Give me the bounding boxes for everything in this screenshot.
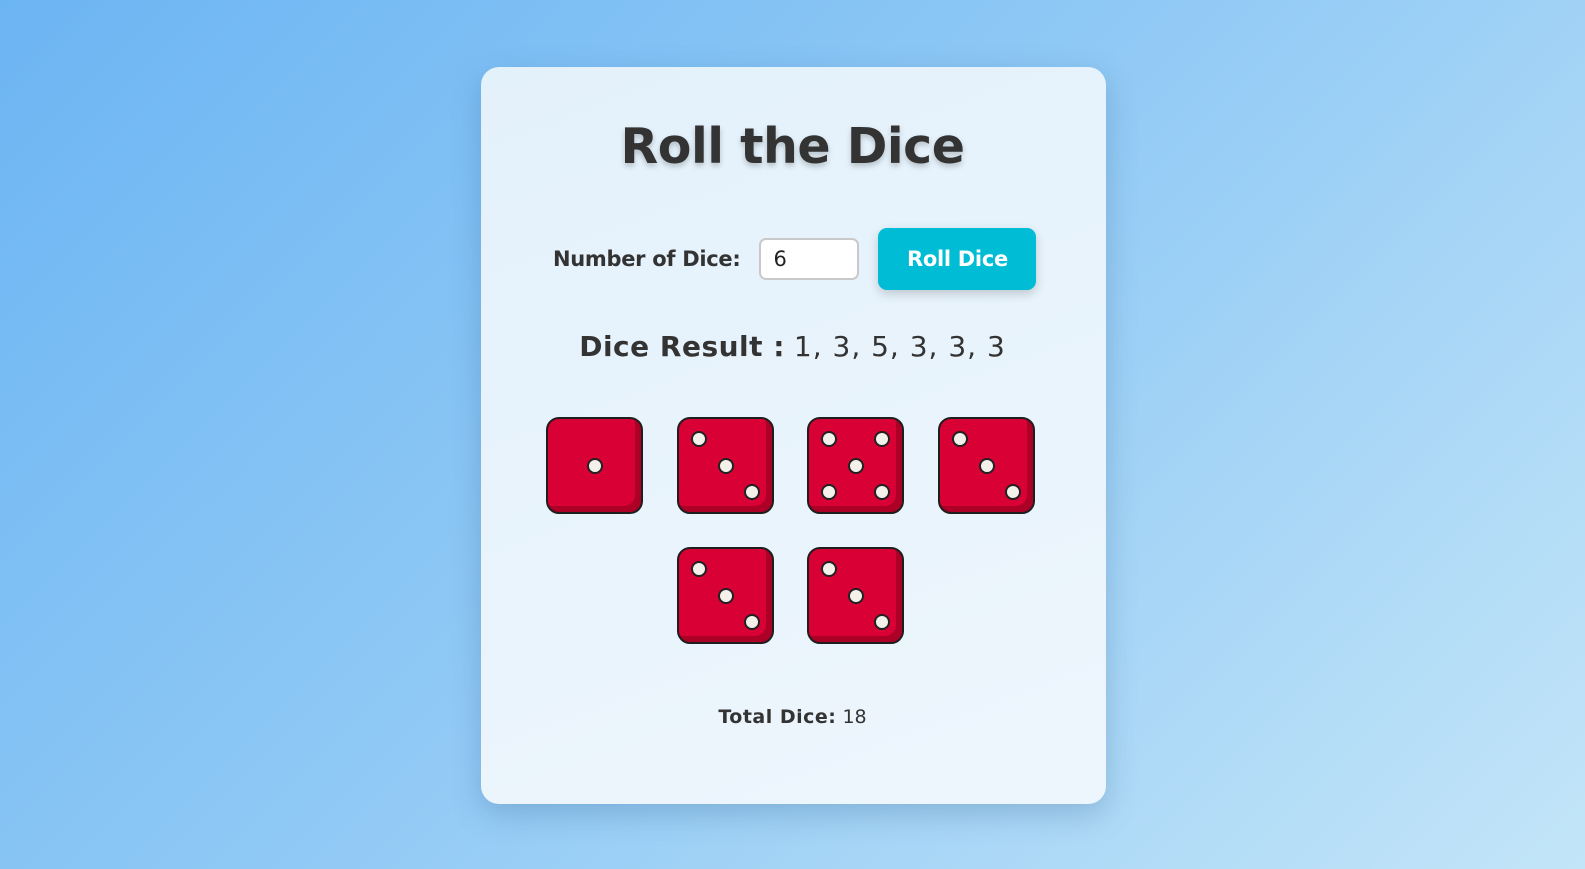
die-pip — [873, 613, 890, 630]
dice-result: Dice Result : 1, 3, 5, 3, 3, 3 — [0, 330, 1585, 363]
die-pip — [873, 483, 890, 500]
die-pip — [743, 613, 760, 630]
dice-result-label: Dice Result : — [579, 330, 785, 363]
die-pip — [821, 483, 838, 500]
die-pip — [691, 561, 708, 578]
die-pip — [691, 431, 708, 448]
total-dice: Total Dice: 18 — [0, 706, 1585, 728]
die-face-6 — [807, 547, 904, 644]
total-dice-label: Total Dice: — [718, 706, 837, 728]
die-pip — [743, 483, 760, 500]
dice-controls: Number of Dice: Roll Dice — [553, 228, 1037, 290]
die-pip — [821, 561, 838, 578]
die-face-1 — [546, 417, 643, 514]
die-face-5 — [677, 547, 774, 644]
total-dice-value: 18 — [842, 706, 867, 728]
roll-dice-button[interactable]: Roll Dice — [878, 228, 1037, 290]
die-face-4 — [938, 417, 1035, 514]
die-pip — [821, 431, 838, 448]
die-pip — [873, 431, 890, 448]
die-pip — [586, 457, 603, 474]
die-pip — [847, 587, 864, 604]
dice-count-label: Number of Dice: — [553, 247, 741, 271]
die-face-2 — [677, 417, 774, 514]
dice-count-input[interactable] — [759, 238, 860, 280]
die-pip — [847, 457, 864, 474]
die-face-3 — [807, 417, 904, 514]
die-pip — [1004, 483, 1021, 500]
die-pip — [717, 587, 734, 604]
die-pip — [952, 431, 969, 448]
die-pip — [978, 457, 995, 474]
page-title: Roll the Dice — [620, 118, 965, 175]
dice-result-values: 1, 3, 5, 3, 3, 3 — [793, 330, 1006, 363]
die-pip — [717, 457, 734, 474]
